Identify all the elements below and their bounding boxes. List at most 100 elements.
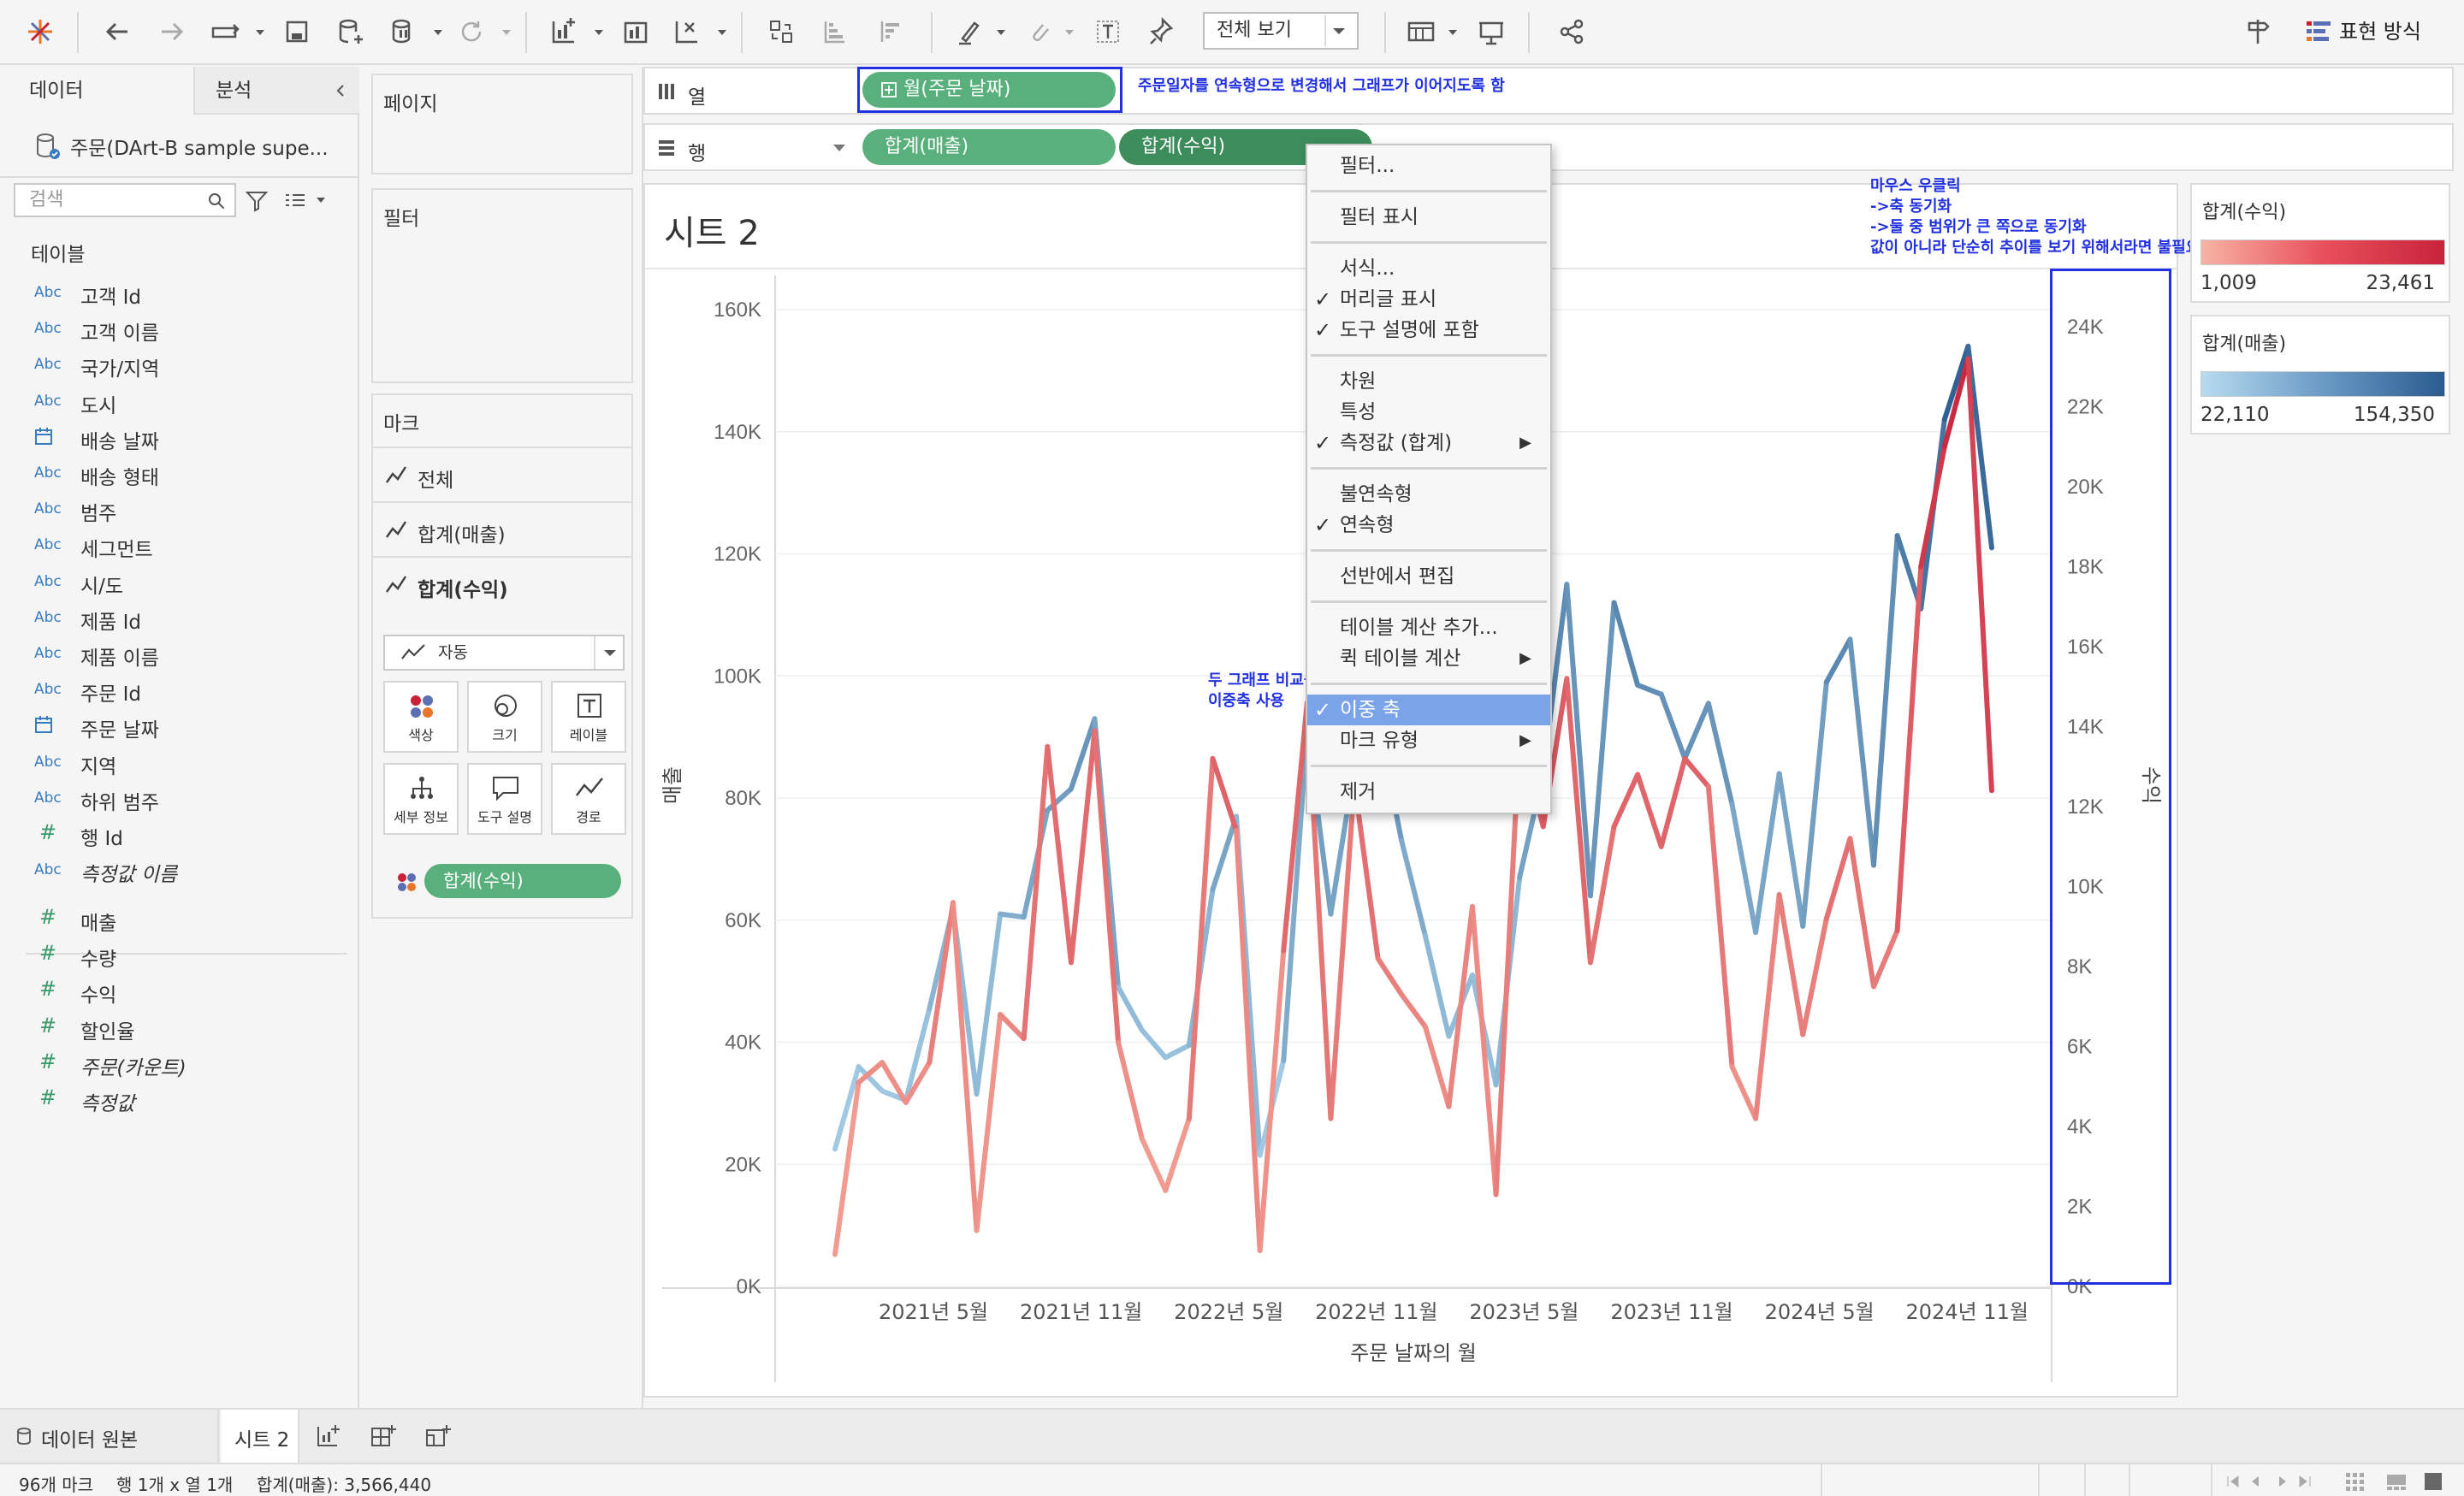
filters-card[interactable]: 필터 [371, 188, 633, 383]
chevron-down-icon[interactable] [253, 26, 267, 39]
field-item[interactable]: # 주문(카운트) [0, 1046, 351, 1082]
field-item[interactable]: # 수익 [0, 973, 351, 1009]
menu-item[interactable]: 불연속형 [1307, 479, 1550, 510]
color-button[interactable]: 색상 [383, 681, 459, 753]
field-item[interactable]: # 수량 [0, 937, 351, 973]
chevron-down-icon[interactable] [1446, 26, 1460, 39]
clear-sheet-icon[interactable] [667, 12, 707, 51]
pause-datasource-icon[interactable] [383, 12, 423, 51]
sales-color-legend[interactable]: 합계(매출) 22,110 154,350 [2190, 315, 2450, 435]
fit-view-select[interactable]: 전체 보기 [1203, 12, 1359, 50]
marks-tab-sales[interactable]: 합계(매출) [373, 501, 631, 556]
collapse-pane-icon[interactable] [334, 84, 347, 98]
menu-item[interactable]: ✓ 측정값 (합계) ▶ [1307, 428, 1550, 458]
tab-view-icon[interactable] [2423, 1471, 2443, 1492]
marks-tab-profit[interactable]: 합계(수익) [373, 556, 631, 611]
field-item[interactable]: Abc 도시 [0, 384, 351, 420]
share-icon[interactable] [1552, 12, 1591, 51]
chevron-down-icon[interactable] [592, 26, 606, 39]
detail-button[interactable]: 세부 정보 [383, 763, 459, 835]
menu-item[interactable]: ✓ 도구 설명에 포함 [1307, 315, 1550, 346]
field-search-input[interactable]: 검색 [14, 183, 236, 217]
field-item[interactable]: Abc 세그먼트 [0, 528, 351, 564]
field-item[interactable]: Abc 국가/지역 [0, 347, 351, 383]
chevron-down-icon[interactable] [832, 142, 847, 154]
menu-item[interactable]: ✓ 연속형 [1307, 510, 1550, 541]
label-button[interactable]: 레이블 [551, 681, 626, 753]
field-item[interactable]: Abc 지역 [0, 745, 351, 781]
menu-item[interactable]: 제거 [1307, 777, 1550, 807]
menu-item[interactable]: 특성 [1307, 397, 1550, 428]
sheet-navigation-arrows-icon[interactable] [2224, 1473, 2320, 1490]
field-item[interactable]: # 측정값 [0, 1082, 351, 1118]
view-list-icon[interactable] [284, 192, 330, 210]
tableau-logo-icon[interactable] [21, 12, 60, 51]
undo-icon[interactable] [98, 12, 137, 51]
menu-item[interactable]: 필터... [1307, 151, 1550, 181]
new-worksheet-icon[interactable] [544, 12, 583, 51]
sort-descending-icon[interactable] [871, 12, 910, 51]
replay-icon[interactable] [205, 12, 245, 51]
tab-sheet-2[interactable]: 시트 2 [221, 1410, 299, 1463]
field-item[interactable]: Abc 제품 Id [0, 600, 351, 636]
new-dashboard-icon[interactable] [370, 1423, 397, 1449]
redo-icon[interactable] [152, 12, 192, 51]
field-item[interactable]: 주문 날짜 [0, 708, 351, 744]
field-item[interactable]: Abc 배송 형태 [0, 456, 351, 492]
menu-item[interactable]: ✓ 머리글 표시 [1307, 284, 1550, 315]
profit-color-legend[interactable]: 합계(수익) 1,009 23,461 [2190, 183, 2450, 303]
menu-item[interactable]: 서식... [1307, 253, 1550, 284]
sort-ascending-icon[interactable] [814, 12, 854, 51]
field-item[interactable]: 배송 날짜 [0, 420, 351, 456]
chevron-down-icon[interactable] [1063, 26, 1076, 39]
row-pill-sales[interactable]: 합계(매출) [862, 129, 1116, 165]
color-field-pill[interactable]: 합계(수익) [424, 864, 621, 898]
mark-type-select[interactable]: 자동 [383, 635, 625, 671]
tab-data[interactable]: 데이터 [0, 67, 193, 115]
new-worksheet-icon[interactable] [315, 1423, 342, 1449]
show-cards-icon[interactable] [1401, 12, 1441, 51]
marks-tab-all[interactable]: 전체 [373, 446, 631, 501]
save-icon[interactable] [277, 12, 317, 51]
menu-item[interactable]: 마크 유형 ▶ [1307, 725, 1550, 756]
field-item[interactable]: Abc 고객 이름 [0, 311, 351, 347]
chevron-down-icon[interactable] [431, 26, 445, 39]
highlight-icon[interactable] [950, 12, 989, 51]
path-button[interactable]: 경로 [551, 763, 626, 835]
chevron-down-icon[interactable] [715, 26, 729, 39]
field-item[interactable]: Abc 범주 [0, 492, 351, 528]
field-item[interactable]: Abc 고객 Id [0, 275, 351, 311]
filmstrip-icon[interactable] [2385, 1471, 2408, 1492]
refresh-icon[interactable] [452, 12, 491, 51]
field-item[interactable]: Abc 주문 Id [0, 672, 351, 708]
menu-item[interactable]: 차원 [1307, 366, 1550, 397]
sheet-sorter-icon[interactable] [2344, 1471, 2365, 1492]
filter-funnel-icon[interactable] [245, 190, 269, 212]
field-item[interactable]: Abc 시/도 [0, 565, 351, 600]
tab-analysis[interactable]: 분석 [193, 67, 359, 115]
pages-card[interactable]: 페이지 [371, 74, 633, 174]
group-members-icon[interactable] [1018, 12, 1057, 51]
new-story-icon[interactable] [424, 1423, 452, 1449]
field-item[interactable]: Abc 하위 범주 [0, 781, 351, 817]
field-item[interactable]: # 매출 [0, 902, 351, 937]
presentation-mode-icon[interactable] [1472, 12, 1511, 51]
show-me-button[interactable]: 표현 방식 [2301, 15, 2447, 48]
field-item[interactable]: Abc 제품 이름 [0, 636, 351, 672]
show-mark-labels-icon[interactable] [1088, 12, 1128, 51]
tooltip-button[interactable]: 도구 설명 [467, 763, 542, 835]
size-button[interactable]: 크기 [467, 681, 542, 753]
menu-item[interactable]: 테이블 계산 추가... [1307, 612, 1550, 643]
fix-axes-pin-icon[interactable] [1143, 12, 1182, 51]
menu-item[interactable]: 퀵 테이블 계산 ▶ [1307, 643, 1550, 674]
guide-signpost-icon[interactable] [2238, 12, 2277, 51]
chevron-down-icon[interactable] [500, 26, 513, 39]
new-datasource-icon[interactable] [330, 12, 370, 51]
datasource-item[interactable]: 주문(DArt-B sample supe... [0, 115, 358, 178]
datasource-tab[interactable]: 데이터 원본 [0, 1410, 219, 1463]
duplicate-sheet-icon[interactable] [616, 12, 655, 51]
menu-item[interactable]: 필터 표시 [1307, 202, 1550, 233]
field-item[interactable]: # 할인율 [0, 1010, 351, 1046]
swap-rows-columns-icon[interactable] [761, 12, 801, 51]
chevron-down-icon[interactable] [994, 26, 1008, 39]
